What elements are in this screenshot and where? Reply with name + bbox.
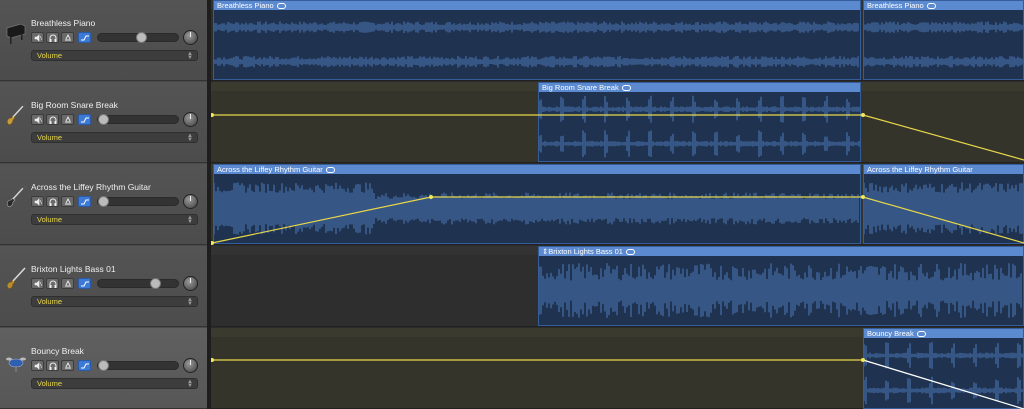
track-header-across-the-liffey-rhythm-guitar[interactable]: Across the Liffey Rhythm Guitar Volume ▲… (0, 164, 207, 245)
input-monitor-icon (65, 116, 71, 123)
pan-knob[interactable] (183, 112, 198, 127)
solo-button[interactable] (46, 278, 59, 289)
volume-automation-line-selected[interactable] (862, 359, 1024, 409)
input-monitor-icon (65, 34, 71, 41)
automation-point[interactable] (861, 358, 865, 362)
pan-knob[interactable] (183, 194, 198, 209)
tracks-area[interactable]: Breathless Piano Breathless Piano Big Ro… (211, 0, 1024, 409)
input-monitor-icon (65, 198, 71, 205)
automation-icon (81, 363, 89, 369)
input-monitor-button[interactable] (61, 278, 74, 289)
automation-icon (81, 199, 89, 205)
volume-slider-knob[interactable] (98, 196, 109, 207)
headphones-solo-icon (49, 280, 57, 288)
automation-parameter-label: Volume (37, 215, 63, 224)
chevron-updown-icon: ▲ ▼ (187, 51, 193, 61)
volume-automation-line[interactable] (211, 196, 1024, 244)
solo-button[interactable] (46, 114, 59, 125)
pan-knob[interactable] (183, 358, 198, 373)
mute-button[interactable] (31, 114, 44, 125)
automation-parameter-select[interactable]: Volume ▲ ▼ (31, 378, 198, 389)
headphones-solo-icon (49, 198, 57, 206)
electric-guitar-icon (6, 184, 27, 207)
input-monitor-button[interactable] (61, 360, 74, 371)
chevron-updown-icon: ▲ ▼ (187, 379, 193, 389)
automation-button[interactable] (78, 360, 91, 371)
track-header-breathless-piano[interactable]: Breathless Piano Volume ▲ ▼ (0, 0, 207, 81)
automation-point[interactable] (429, 195, 433, 199)
volume-slider-knob[interactable] (98, 114, 109, 125)
automation-point[interactable] (211, 113, 214, 117)
mute-button[interactable] (31, 278, 44, 289)
volume-slider-knob[interactable] (98, 360, 109, 371)
pan-knob[interactable] (183, 276, 198, 291)
piano-icon (6, 23, 26, 44)
input-monitor-button[interactable] (61, 114, 74, 125)
volume-slider-knob[interactable] (150, 278, 161, 289)
input-monitor-icon (65, 362, 71, 369)
volume-slider[interactable] (97, 32, 179, 43)
mute-icon (34, 362, 42, 370)
automation-parameter-select[interactable]: Volume ▲ ▼ (31, 132, 198, 143)
input-monitor-button[interactable] (61, 196, 74, 207)
automation-point[interactable] (211, 358, 214, 362)
automation-point[interactable] (861, 195, 865, 199)
automation-button[interactable] (78, 278, 91, 289)
track-name[interactable]: Across the Liffey Rhythm Guitar (31, 182, 151, 192)
solo-button[interactable] (46, 32, 59, 43)
automation-parameter-select[interactable]: Volume ▲ ▼ (31, 214, 198, 225)
automation-overlay (211, 113, 1024, 409)
automation-parameter-label: Volume (37, 297, 63, 306)
volume-automation-line[interactable] (212, 114, 1024, 161)
automation-button[interactable] (78, 114, 91, 125)
automation-parameter-select[interactable]: Volume ▲ ▼ (31, 296, 198, 307)
automation-parameter-label: Volume (37, 379, 63, 388)
mute-icon (34, 116, 42, 124)
electric-guitar-icon (6, 102, 27, 125)
volume-slider[interactable] (97, 196, 179, 207)
chevron-updown-icon: ▲ ▼ (187, 133, 193, 143)
headphones-solo-icon (49, 116, 57, 124)
bass-guitar-icon (6, 267, 26, 289)
track-headers-panel: Breathless Piano Volume ▲ ▼ Big Room Snar… (0, 0, 207, 409)
automation-icon (81, 117, 89, 123)
automation-button[interactable] (78, 32, 91, 43)
chevron-updown-icon: ▲ ▼ (187, 215, 193, 225)
pan-knob[interactable] (183, 30, 198, 45)
mute-icon (34, 198, 42, 206)
mute-button[interactable] (31, 32, 44, 43)
automation-parameter-label: Volume (37, 133, 63, 142)
track-name[interactable]: Breathless Piano (31, 18, 95, 28)
automation-icon (81, 281, 89, 287)
volume-slider[interactable] (97, 360, 179, 371)
automation-point[interactable] (861, 113, 865, 117)
automation-button[interactable] (78, 196, 91, 207)
solo-button[interactable] (46, 360, 59, 371)
mute-icon (34, 34, 42, 42)
headphones-solo-icon (49, 34, 57, 42)
volume-slider-knob[interactable] (136, 32, 147, 43)
input-monitor-button[interactable] (61, 32, 74, 43)
mute-icon (34, 280, 42, 288)
track-header-big-room-snare-break[interactable]: Big Room Snare Break Volume ▲ ▼ (0, 82, 207, 163)
track-header-brixton-lights-bass-01[interactable]: Brixton Lights Bass 01 Volume ▲ ▼ (0, 246, 207, 327)
mute-button[interactable] (31, 196, 44, 207)
input-monitor-icon (65, 280, 71, 287)
solo-button[interactable] (46, 196, 59, 207)
track-header-bouncy-break[interactable]: Bouncy Break Volume ▲ ▼ (0, 328, 207, 409)
track-name[interactable]: Brixton Lights Bass 01 (31, 264, 116, 274)
chevron-updown-icon: ▲ ▼ (187, 297, 193, 307)
volume-slider[interactable] (97, 114, 179, 125)
automation-parameter-label: Volume (37, 51, 63, 60)
drum-kit-icon (6, 357, 26, 372)
automation-icon (81, 35, 89, 41)
headphones-solo-icon (49, 362, 57, 370)
mute-button[interactable] (31, 360, 44, 371)
volume-slider[interactable] (97, 278, 179, 289)
track-name[interactable]: Bouncy Break (31, 346, 84, 356)
automation-point[interactable] (211, 241, 214, 245)
track-name[interactable]: Big Room Snare Break (31, 100, 118, 110)
automation-parameter-select[interactable]: Volume ▲ ▼ (31, 50, 198, 61)
